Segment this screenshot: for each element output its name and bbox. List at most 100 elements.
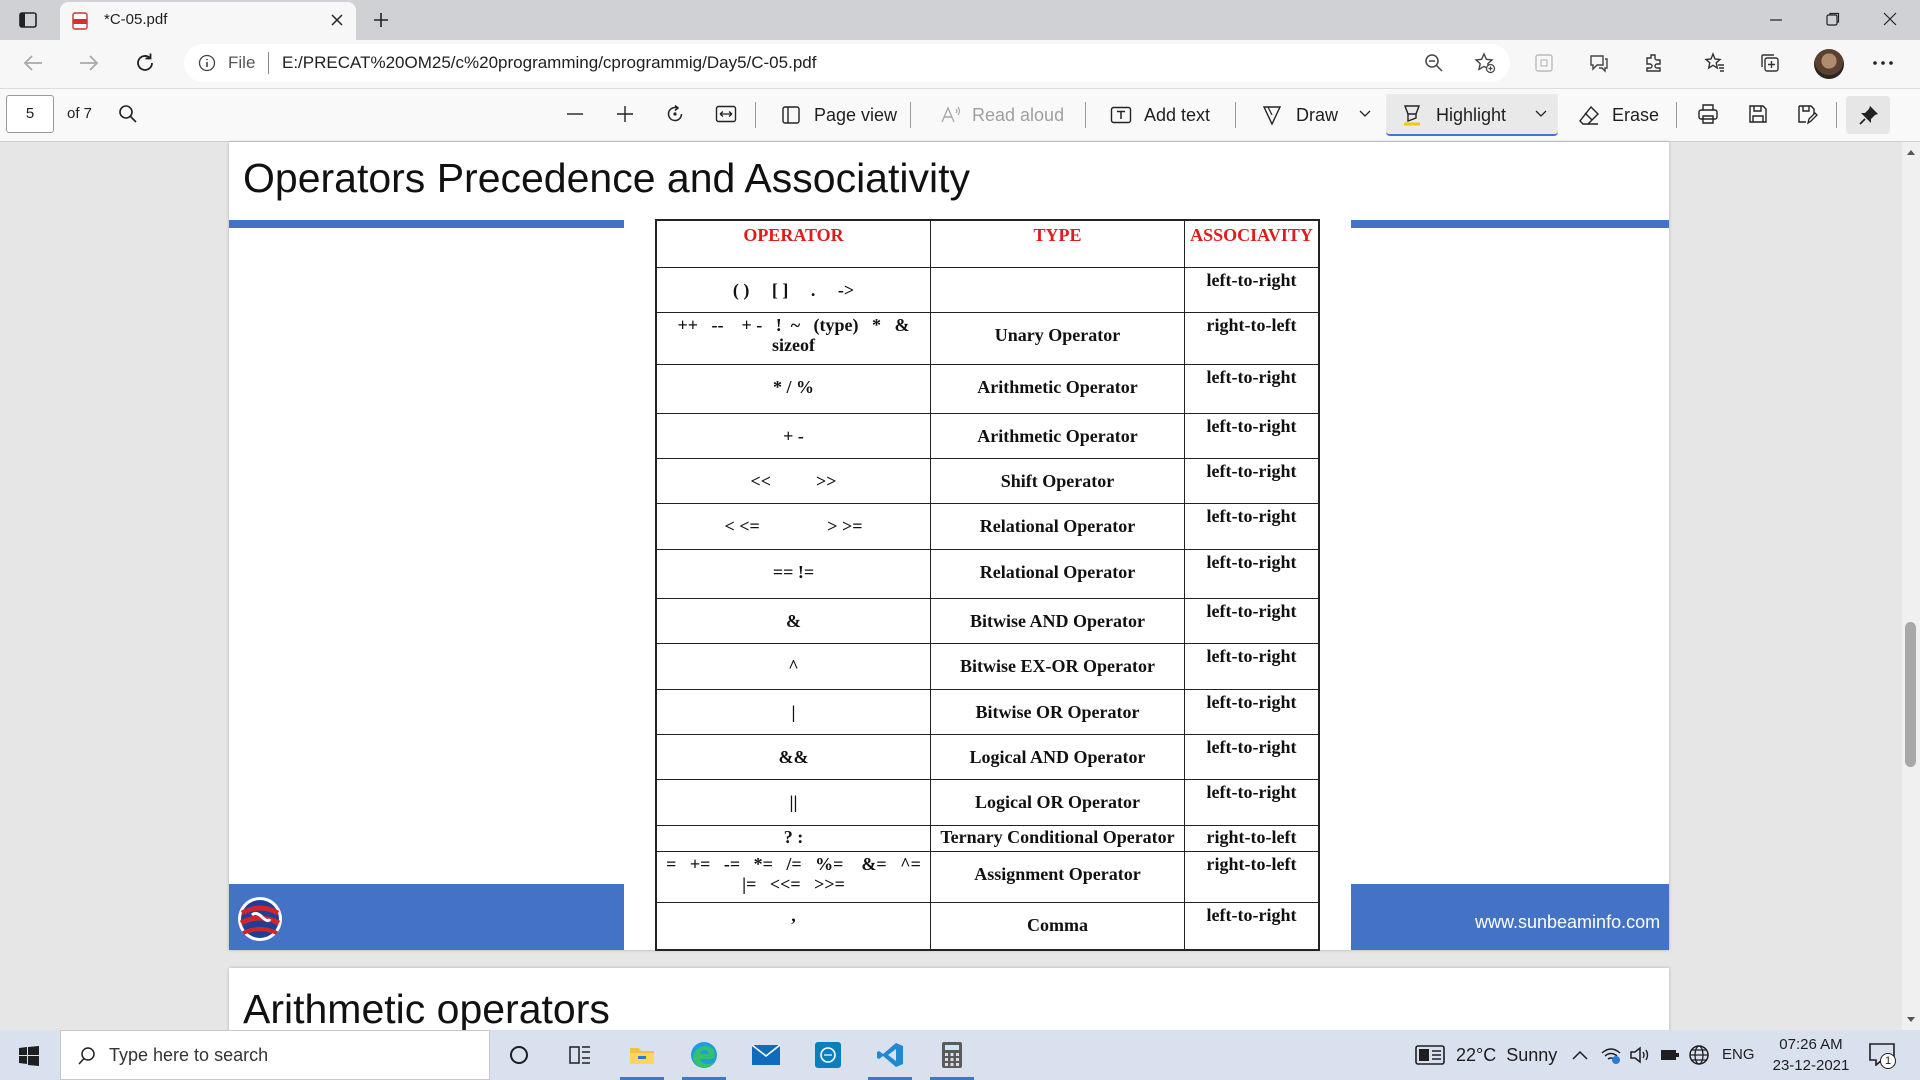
type-cell: Logical OR Operator [930,779,1185,826]
address-field[interactable]: File E:/PRECAT%20OM25/c%20programming/cp… [184,44,1510,82]
table-row: * / % Arithmetic Operator left-to-right [656,363,1319,414]
toolbar-divider [1085,102,1086,128]
highlight-options-chevron-icon[interactable] [1535,110,1547,118]
zoom-out-icon[interactable] [565,104,585,124]
table-body: ( ) [ ] . -> left-to-right ++ -- + - ! ~ (… [656,266,1319,950]
table-row: | Bitwise OR Operator left-to-right [656,688,1319,735]
highlight-label: Highlight [1436,104,1507,125]
windows-start-icon[interactable] [18,1045,40,1067]
highlight-button-active[interactable]: Highlight [1386,94,1558,136]
edge-browser-icon[interactable] [678,1030,730,1080]
type-cell: Relational Operator [930,503,1185,550]
type-cell: Unary Operator [930,312,1185,365]
save-icon[interactable] [1747,103,1769,125]
calculator-icon[interactable] [926,1030,978,1080]
network-icon[interactable] [1600,1045,1622,1065]
notifications-icon[interactable]: 1 [1868,1042,1900,1070]
save-as-icon[interactable] [1796,103,1818,125]
read-aloud-button[interactable]: Read aloud [940,100,1064,130]
type-cell: Ternary Conditional Operator [930,824,1185,852]
vscode-icon[interactable] [864,1030,916,1080]
precedence-table: OPERATOR TYPE ASSOCIAVITY ( ) [ ] . -> le… [656,220,1319,950]
close-tab-icon[interactable] [330,13,344,27]
next-slide-title: Arithmetic operators [243,986,610,1032]
refresh-icon[interactable] [134,52,156,74]
restore-icon[interactable] [1825,11,1841,27]
collections-icon[interactable] [1759,52,1781,74]
operator-cell: && [656,733,931,781]
table-row: ++ -- + - ! ~ (type) * & sizeof Unary Ope… [656,312,1319,365]
weather-text[interactable]: 22°C Sunny [1456,1045,1557,1066]
print-icon[interactable] [1697,103,1719,125]
draw-button[interactable]: Draw [1262,100,1338,130]
associativity-cell: right-to-left [1184,824,1319,852]
operator-cell: = += -= *= /= %= &= ^= |= <<= >>= [656,850,931,904]
volume-icon[interactable] [1629,1045,1651,1065]
favorites-icon[interactable] [1704,52,1726,74]
taskbar-search-box[interactable]: Type here to search [60,1030,490,1080]
mail-icon[interactable] [740,1030,792,1080]
type-cell: Arithmetic Operator [930,412,1185,460]
clock[interactable]: 07:26 AM 23-12-2021 [1762,1034,1860,1076]
zoom-icon[interactable] [1424,53,1444,73]
language-globe-icon[interactable] [1688,1044,1710,1066]
type-cell: Shift Operator [930,458,1185,505]
close-window-icon[interactable] [1882,11,1898,27]
battery-icon[interactable] [1660,1048,1680,1062]
erase-button[interactable]: Erase [1578,100,1659,130]
app-available-icon[interactable] [1534,53,1554,73]
clock-date: 23-12-2021 [1772,1057,1850,1074]
cortana-icon[interactable] [493,1030,545,1080]
add-text-button[interactable]: Add text [1110,100,1210,130]
scrollbar-thumb[interactable] [1905,622,1916,767]
page-number-input[interactable]: 5 [6,95,54,133]
operator-cell: + - [656,412,931,460]
weather-icon[interactable] [1415,1045,1445,1065]
operator-cell: ++ -- + - ! ~ (type) * & sizeof [656,312,931,365]
type-cell: Bitwise AND Operator [930,597,1185,645]
page-view-button[interactable]: Page view [780,100,897,130]
operator-cell: ( ) [ ] . -> [656,266,931,314]
associativity-cell: left-to-right [1184,733,1319,781]
scroll-up-icon[interactable] [1906,148,1916,156]
associativity-cell: left-to-right [1184,779,1319,826]
associativity-cell: left-to-right [1184,548,1319,599]
forward-icon[interactable] [78,53,100,73]
tab-actions-icon[interactable] [18,10,38,30]
file-explorer-icon[interactable] [616,1030,668,1080]
vertical-scrollbar[interactable] [1902,142,1920,1030]
profile-avatar[interactable] [1814,49,1844,79]
url-divider [268,52,269,74]
associativity-cell: left-to-right [1184,597,1319,645]
browser-tab[interactable]: *C-05.pdf [60,2,356,40]
minimize-icon[interactable] [1768,12,1784,28]
dell-app-icon[interactable] [802,1030,854,1080]
table-row: || Logical OR Operator left-to-right [656,779,1319,826]
immersive-reader-icon[interactable] [1588,52,1610,74]
table-row: ? : Ternary Conditional Operator right-to-… [656,824,1319,852]
table-row: + - Arithmetic Operator left-to-right [656,412,1319,460]
back-icon[interactable] [22,53,44,73]
extensions-icon[interactable] [1643,52,1665,74]
highlighter-icon [1403,105,1421,126]
task-view-icon[interactable] [554,1030,606,1080]
zoom-in-icon[interactable] [615,104,635,124]
operator-cell: ^ [656,643,931,690]
pin-toolbar-button[interactable] [1846,96,1890,134]
rotate-icon[interactable] [665,104,685,124]
toolbar-divider [1235,102,1236,128]
add-favorite-icon[interactable] [1474,52,1496,74]
fit-page-icon[interactable] [715,105,737,123]
scroll-down-icon[interactable] [1906,1016,1916,1024]
settings-more-icon[interactable] [1872,60,1894,66]
page-total-label: of 7 [67,105,93,122]
associativity-cell: left-to-right [1184,643,1319,690]
draw-options-chevron-icon[interactable] [1359,110,1371,118]
table-row: && Logical AND Operator left-to-right [656,733,1319,781]
input-language[interactable]: ENG [1722,1046,1755,1063]
new-tab-icon[interactable] [371,10,391,30]
show-hidden-icons-chevron[interactable] [1572,1050,1588,1060]
find-search-icon[interactable] [118,104,138,124]
pdf-file-icon [72,12,88,30]
info-icon[interactable] [198,54,216,72]
